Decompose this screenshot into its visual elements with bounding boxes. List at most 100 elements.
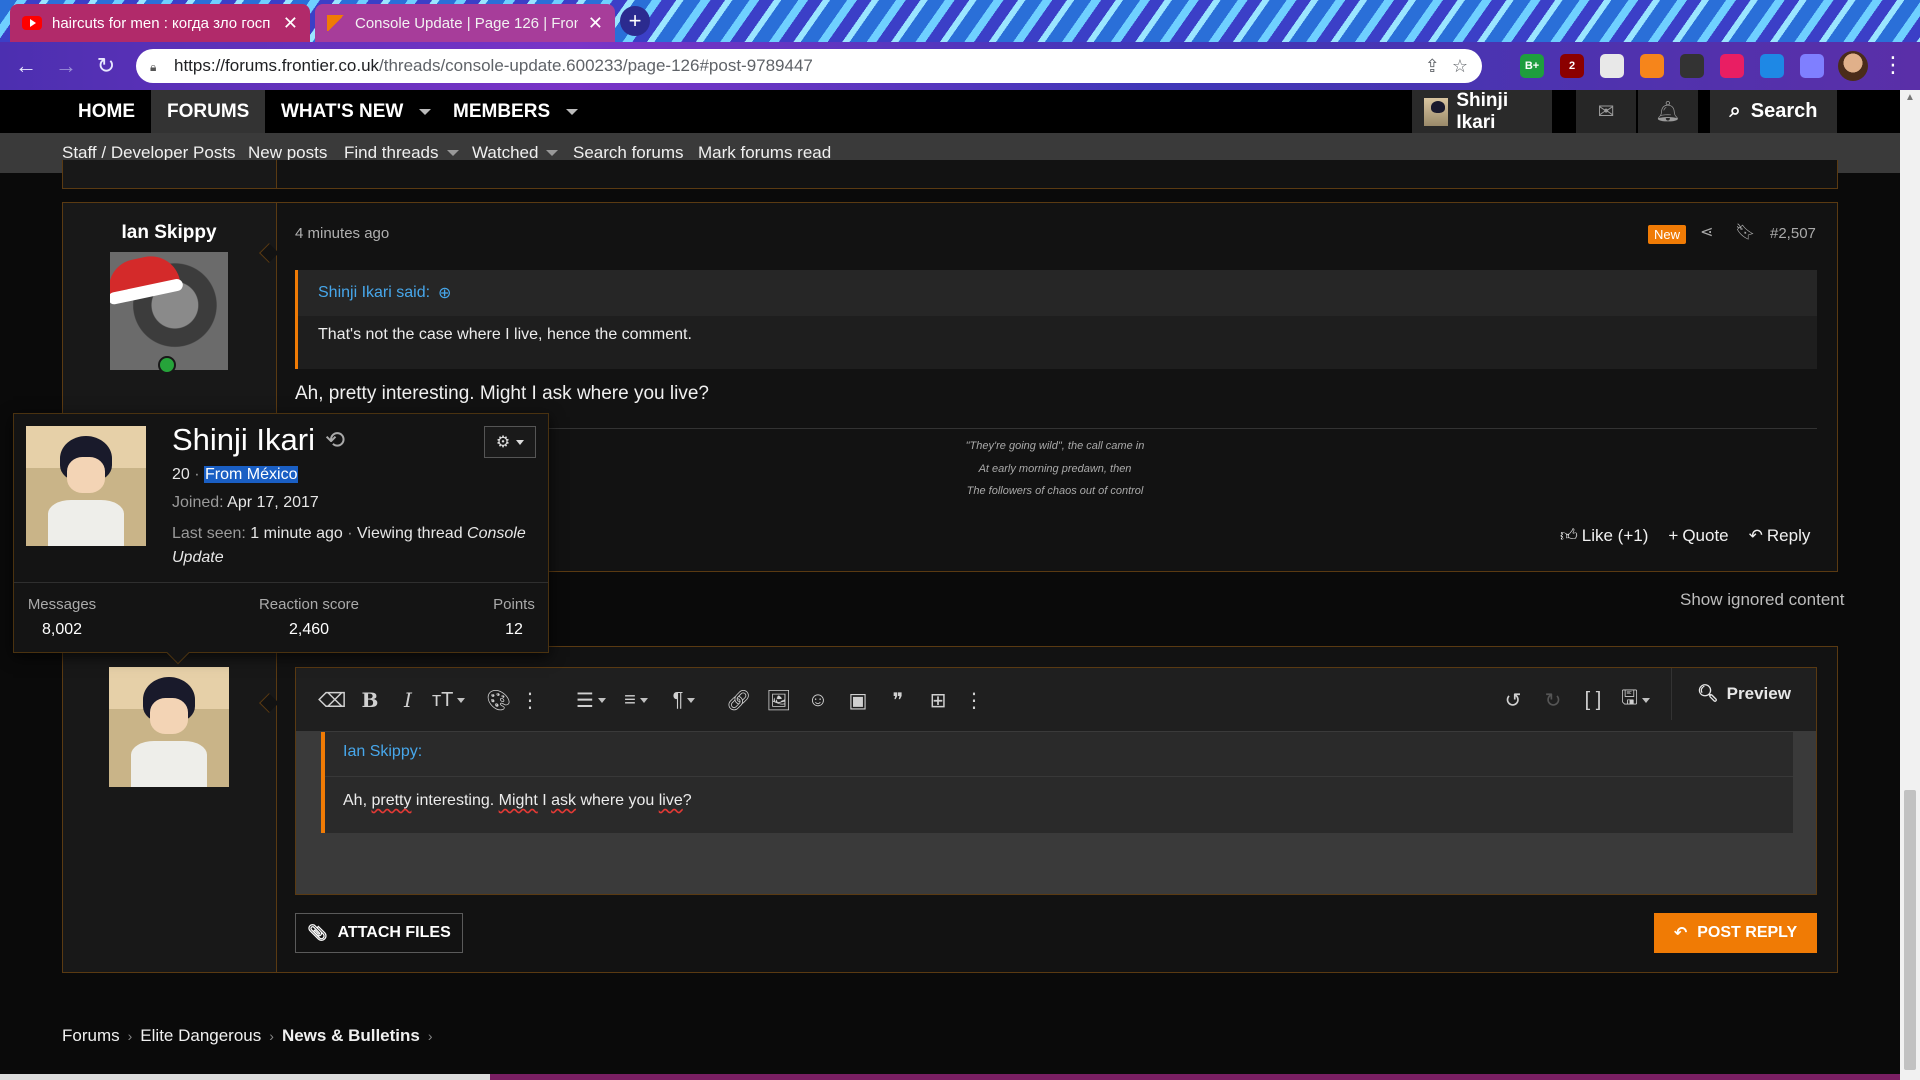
preview-icon: 🔍︎ — [1697, 684, 1719, 703]
browser-profile-avatar[interactable] — [1838, 51, 1868, 81]
breadcrumb-news-bulletins[interactable]: News & Bulletins — [282, 1026, 420, 1046]
chevron-right-icon: › — [269, 1028, 274, 1044]
browser-menu-icon[interactable]: ⋮ — [1882, 52, 1904, 78]
more-options-icon[interactable]: ⋮ — [518, 686, 542, 714]
avatar[interactable] — [110, 252, 228, 370]
post-date[interactable]: 4 minutes ago — [295, 225, 389, 242]
share-page-icon[interactable]: ⇪ — [1425, 56, 1440, 77]
member-settings-button[interactable]: ⚙ — [484, 426, 536, 458]
scrollbar-thumb[interactable] — [1904, 790, 1916, 1070]
jump-to-quote-icon[interactable]: ⊕ — [438, 283, 451, 303]
signature-divider — [460, 428, 1817, 429]
redo-icon[interactable]: ↻ — [1541, 686, 1565, 714]
scroll-up-arrow[interactable]: ▲ — [1904, 92, 1916, 104]
download-extension-icon[interactable] — [1680, 54, 1704, 78]
eraser-icon[interactable]: ⌫ — [318, 686, 346, 714]
forward-icon[interactable]: → — [52, 52, 80, 80]
quote-button[interactable]: + Quote — [1668, 525, 1728, 546]
nav-tab-forums[interactable]: FORUMS — [151, 90, 266, 133]
table-icon[interactable]: ⊞ — [926, 686, 950, 714]
like-button[interactable]: 👍︎ Like (+1) — [1560, 525, 1648, 546]
reply-button[interactable]: ↶ Reply — [1749, 525, 1811, 546]
more-options-icon[interactable]: ⋮ — [962, 686, 986, 714]
new-tab-button[interactable]: + — [620, 6, 650, 36]
media-icon[interactable]: ▣ — [846, 686, 870, 714]
account-username: Shinji Ikari — [1456, 89, 1509, 133]
bookmark-star-icon[interactable]: ☆ — [1452, 56, 1468, 77]
paragraph-icon[interactable]: ¶ — [672, 686, 696, 714]
share-icon[interactable]: ⋖ — [1700, 222, 1713, 242]
image-icon[interactable]: 🖼︎ — [766, 686, 791, 714]
previous-post — [62, 160, 1838, 189]
stat-points[interactable]: Points 12 — [484, 596, 544, 639]
reply-icon: ↶ — [1673, 925, 1688, 942]
quote-header[interactable]: Shinji Ikari said: ⊕ — [298, 270, 1817, 316]
member-location[interactable]: From México — [204, 466, 299, 483]
nav-tab-whats-new[interactable]: WHAT'S NEW — [265, 90, 447, 133]
list-icon[interactable]: ☰ — [576, 686, 606, 714]
link-icon[interactable]: 🔗︎ — [726, 686, 751, 714]
member-name[interactable]: Shinji Ikari ⟲ — [172, 422, 345, 458]
attach-files-button[interactable]: 📎︎ ATTACH FILES — [295, 913, 463, 953]
bell-icon[interactable]: 🔔︎ — [1638, 90, 1698, 133]
editor-toolbar: ⌫ B I ᴛT 🎨︎ ⋮ ☰ ≡ ¶ 🔗︎ 🖼︎ ☺ ▣ ❞ ⊞ ⋮ ↺ ↻ … — [296, 668, 1816, 731]
reply-icon: ↶ — [1748, 525, 1763, 545]
search-icon: ⌕ — [1729, 100, 1741, 122]
extensions-puzzle-icon[interactable] — [1800, 54, 1824, 78]
metamask-extension-icon[interactable] — [1640, 54, 1664, 78]
text-size-icon[interactable]: ᴛT — [432, 686, 466, 714]
back-icon[interactable]: ← — [12, 52, 40, 80]
editor-quote-text[interactable]: Ah, pretty interesting. Might I ask wher… — [343, 792, 692, 810]
nav-tab-members[interactable]: MEMBERS — [437, 90, 594, 133]
bookmark-icon[interactable]: 🔖︎ — [1735, 222, 1755, 242]
quote-block: Shinji Ikari said: ⊕ That's not the case… — [295, 270, 1817, 369]
nav-tab-home[interactable]: HOME — [62, 90, 151, 133]
reload-icon[interactable]: ↻ — [92, 52, 120, 80]
frontier-icon — [327, 15, 345, 31]
close-tab-icon[interactable]: ✕ — [588, 13, 603, 34]
history-icon[interactable]: ⟲ — [325, 426, 345, 455]
extension-icon[interactable] — [1720, 54, 1744, 78]
rich-text-editor[interactable]: ⌫ B I ᴛT 🎨︎ ⋮ ☰ ≡ ¶ 🔗︎ 🖼︎ ☺ ▣ ❞ ⊞ ⋮ ↺ ↻ … — [295, 667, 1817, 895]
extension-icon[interactable]: B+ — [1520, 54, 1544, 78]
breadcrumb-forums[interactable]: Forums — [62, 1026, 120, 1046]
smilie-icon[interactable]: ☺ — [806, 686, 830, 714]
bold-icon[interactable]: B — [358, 686, 382, 714]
editor-quote-block[interactable]: Ian Skippy: Ah, pretty interesting. Migh… — [321, 732, 1793, 833]
color-palette-icon[interactable]: 🎨︎ — [486, 686, 511, 714]
stat-reaction-score[interactable]: Reaction score 2,460 — [234, 596, 384, 639]
breadcrumb-elite-dangerous[interactable]: Elite Dangerous — [140, 1026, 261, 1046]
close-tab-icon[interactable]: ✕ — [283, 13, 298, 34]
drafts-icon[interactable]: 🖫︎ — [1621, 686, 1651, 714]
address-bar[interactable]: 🔒︎ https://forums.frontier.co.uk/threads… — [136, 49, 1482, 83]
avatar[interactable] — [109, 667, 229, 787]
inbox-icon[interactable]: ✉ — [1576, 90, 1636, 133]
chevron-right-icon: › — [427, 1028, 433, 1044]
quote-author[interactable]: Shinji Ikari said: — [318, 284, 430, 302]
browser-tab-frontier[interactable]: Console Update | Page 126 | Fron ✕ — [315, 4, 615, 42]
url-text[interactable]: https://forums.frontier.co.uk/threads/co… — [174, 56, 1413, 76]
post-reply-button[interactable]: ↶ POST REPLY — [1654, 913, 1817, 953]
align-icon[interactable]: ≡ — [624, 686, 648, 714]
chevron-right-icon: › — [127, 1028, 133, 1044]
post-number[interactable]: #2,507 — [1770, 225, 1816, 242]
show-ignored-link[interactable]: Show ignored content — [1680, 590, 1844, 610]
bbcode-toggle-icon[interactable]: [ ] — [1581, 686, 1605, 714]
italic-icon[interactable]: I — [396, 686, 420, 714]
chevron-down-icon — [566, 108, 579, 115]
avatar[interactable] — [26, 426, 146, 546]
undo-icon[interactable]: ↺ — [1501, 686, 1525, 714]
search-button[interactable]: ⌕ Search — [1710, 90, 1837, 133]
post-author[interactable]: Ian Skippy — [62, 222, 276, 244]
member-last-seen: Last seen: 1 minute ago · Viewing thread… — [172, 525, 526, 566]
ublock-extension-icon[interactable]: 2 — [1560, 54, 1584, 78]
stat-messages[interactable]: Messages 8,002 — [24, 596, 100, 639]
chevron-down-icon — [546, 150, 559, 156]
browser-tab-youtube[interactable]: haircuts for men : когда зло госп ✕ — [10, 4, 310, 42]
preview-button[interactable]: 🔍︎ Preview — [1671, 668, 1816, 720]
account-menu[interactable]: Shinji Ikari — [1412, 90, 1552, 133]
extension-icon[interactable] — [1600, 54, 1624, 78]
quote-icon[interactable]: ❞ — [886, 686, 910, 714]
extension-icon[interactable] — [1760, 54, 1784, 78]
gear-icon: ⚙ — [495, 434, 511, 451]
